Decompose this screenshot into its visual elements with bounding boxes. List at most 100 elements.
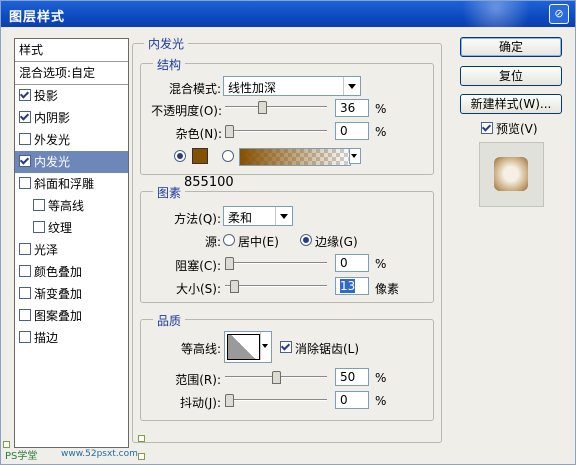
style-item-checkbox[interactable] <box>19 243 31 255</box>
preview-label[interactable]: 预览(V) <box>496 120 538 137</box>
jitter-slider-thumb[interactable] <box>225 394 234 407</box>
size-value: 13 <box>340 279 356 293</box>
style-item-checkbox[interactable] <box>19 177 31 189</box>
choke-unit: % <box>375 257 387 271</box>
styles-list: 样式 混合选项:自定 投影内阴影外发光内发光 斜面和浮雕等高线纹理光泽颜色叠加渐变… <box>14 38 129 448</box>
style-item-checkbox[interactable] <box>19 331 31 343</box>
opacity-input[interactable]: 36 <box>335 99 369 117</box>
color-hex-annotation: 855100 <box>184 175 234 190</box>
corner-handle <box>138 435 145 442</box>
jitter-unit: % <box>375 394 387 408</box>
style-item-label: 外发光 <box>34 133 71 147</box>
style-item[interactable]: 描边 <box>15 327 128 349</box>
preview-checkbox[interactable] <box>481 122 493 134</box>
blend-mode-select[interactable]: 线性加深 <box>223 76 361 96</box>
solid-color-radio[interactable] <box>174 150 186 162</box>
range-slider-thumb[interactable] <box>272 371 281 384</box>
style-item[interactable]: 图案叠加 <box>15 305 128 327</box>
corner-handle <box>138 453 145 460</box>
style-item-label: 等高线 <box>48 199 85 213</box>
size-slider-track <box>225 285 327 287</box>
style-item-checkbox[interactable] <box>19 287 31 299</box>
chevron-down-icon[interactable] <box>260 332 271 360</box>
contour-preview-icon <box>227 334 260 360</box>
style-item-checkbox[interactable] <box>19 309 31 321</box>
style-item-checkbox[interactable] <box>19 155 31 167</box>
choke-input[interactable]: 0 <box>335 254 369 272</box>
window-title: 图层样式 <box>9 10 66 25</box>
contour-picker[interactable] <box>224 331 272 363</box>
style-item[interactable]: 外发光 <box>15 129 128 151</box>
noise-input[interactable]: 0 <box>335 122 369 140</box>
style-item-label: 颜色叠加 <box>34 265 83 279</box>
jitter-slider[interactable] <box>225 394 327 407</box>
range-slider[interactable] <box>225 371 327 384</box>
style-item-label: 描边 <box>34 331 59 345</box>
glow-gradient-picker[interactable] <box>239 148 351 166</box>
chevron-down-icon <box>275 207 292 225</box>
style-item[interactable]: 光泽 <box>15 239 128 261</box>
noise-slider[interactable] <box>225 125 327 138</box>
choke-slider[interactable] <box>225 257 327 270</box>
watermark-url: www.52psxt.com <box>61 449 138 459</box>
style-item[interactable]: 等高线 <box>15 195 128 217</box>
noise-slider-thumb[interactable] <box>225 125 234 138</box>
opacity-label: 不透明度(O): <box>151 104 222 118</box>
source-label: 源: <box>204 235 221 249</box>
reset-button[interactable]: 复位 <box>460 66 562 86</box>
style-item-label: 纹理 <box>48 221 73 235</box>
chevron-down-icon <box>350 149 360 163</box>
style-item-checkbox[interactable] <box>33 199 45 211</box>
style-item-checkbox[interactable] <box>19 133 31 145</box>
style-item[interactable]: 内阴影 <box>15 107 128 129</box>
style-item-checkbox[interactable] <box>19 111 31 123</box>
range-input[interactable]: 50 <box>335 368 369 386</box>
noise-label: 杂色(N): <box>175 127 222 141</box>
style-item[interactable]: 投影 <box>15 85 128 107</box>
source-edge-label[interactable]: 边缘(G) <box>315 233 358 250</box>
gradient-dropdown[interactable] <box>349 148 361 164</box>
gradient-radio[interactable] <box>222 150 234 162</box>
blend-mode-value: 线性加深 <box>228 81 277 95</box>
style-item-label: 内阴影 <box>34 111 71 125</box>
size-slider-thumb[interactable] <box>230 280 239 293</box>
ok-button[interactable]: 确定 <box>460 37 562 57</box>
inner-glow-title: 内发光 <box>144 35 189 52</box>
glow-color-swatch[interactable] <box>192 148 208 164</box>
source-center-label[interactable]: 居中(E) <box>238 233 279 250</box>
style-item-checkbox[interactable] <box>33 221 45 233</box>
technique-label: 方法(Q): <box>174 212 221 226</box>
opacity-unit: % <box>375 102 387 116</box>
blend-options-item[interactable]: 混合选项:自定 <box>15 62 128 85</box>
title-bar: 图层样式 ⊘ <box>1 1 575 27</box>
style-item[interactable]: 内发光 <box>15 151 128 173</box>
quality-title: 品质 <box>153 312 186 329</box>
size-unit: 像素 <box>375 282 400 296</box>
choke-slider-thumb[interactable] <box>225 257 234 270</box>
technique-value: 柔和 <box>228 211 253 225</box>
anti-alias-label[interactable]: 消除锯齿(L) <box>295 340 359 357</box>
style-item[interactable]: 斜面和浮雕 <box>15 173 128 195</box>
style-item-checkbox[interactable] <box>19 265 31 277</box>
source-edge-radio[interactable] <box>300 234 312 246</box>
new-style-button[interactable]: 新建样式(W)... <box>460 94 562 114</box>
anti-alias-checkbox[interactable] <box>280 341 292 353</box>
style-item[interactable]: 颜色叠加 <box>15 261 128 283</box>
range-unit: % <box>375 371 387 385</box>
technique-select[interactable]: 柔和 <box>223 206 293 226</box>
help-icon[interactable]: ⊘ <box>549 4 569 24</box>
structure-title: 结构 <box>153 56 186 73</box>
size-slider[interactable] <box>225 280 327 293</box>
style-item[interactable]: 渐变叠加 <box>15 283 128 305</box>
opacity-slider[interactable] <box>225 101 327 114</box>
opacity-slider-thumb[interactable] <box>258 101 267 114</box>
jitter-input[interactable]: 0 <box>335 391 369 409</box>
noise-slider-track <box>225 130 327 132</box>
styles-header[interactable]: 样式 <box>15 39 128 62</box>
watermark-site: PS学堂 <box>5 451 38 462</box>
size-input[interactable]: 13 <box>335 277 369 295</box>
style-item-checkbox[interactable] <box>19 89 31 101</box>
source-center-radio[interactable] <box>223 234 235 246</box>
style-preview <box>479 142 544 207</box>
style-item[interactable]: 纹理 <box>15 217 128 239</box>
